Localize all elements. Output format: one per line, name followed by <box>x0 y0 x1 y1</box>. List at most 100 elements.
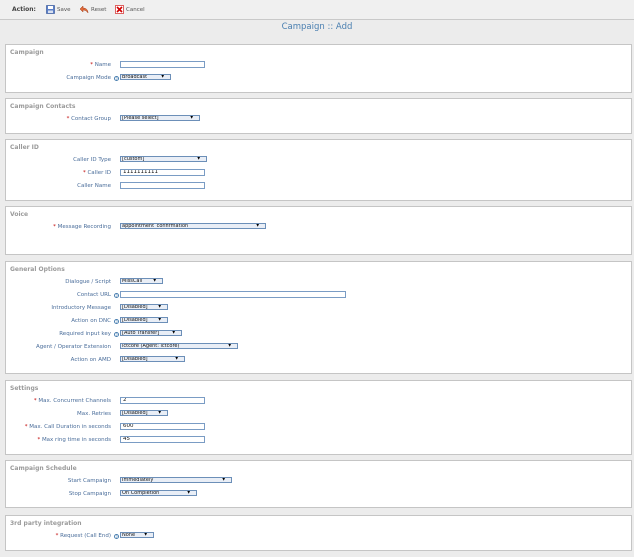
agent-extension-label: Agent / Operator Extension <box>36 344 111 350</box>
required-key-select[interactable]: [Auto Transfer] ▼ <box>120 330 182 336</box>
section-caller-id: Caller ID Caller ID Type [custom] ▼ * Cal… <box>5 139 632 201</box>
chevron-down-icon: ▼ <box>227 343 232 348</box>
chevron-down-icon: ▼ <box>143 532 148 537</box>
row-caller-name: Caller Name <box>6 182 631 191</box>
help-icon[interactable]: ? <box>114 534 119 540</box>
help-icon[interactable]: ? <box>114 76 119 82</box>
section-settings: Settings * Max. Concurrent Channels 2 Ma… <box>5 380 632 455</box>
duration-label: * Max. Call Duration in seconds <box>25 424 111 430</box>
start-campaign-select[interactable]: Immediately ▼ <box>120 477 232 483</box>
help-icon[interactable]: ? <box>114 319 119 325</box>
stop-campaign-select[interactable]: On Completion ▼ <box>120 490 197 496</box>
required-mark: * <box>55 533 59 539</box>
caller-id-label-text: Caller ID <box>87 170 111 176</box>
concurrent-input[interactable]: 2 <box>120 397 205 404</box>
intro-message-select[interactable]: [Disabled] ▼ <box>120 304 168 310</box>
message-recording-label: * Message Recording <box>53 224 111 230</box>
action-amd-select[interactable]: [Disabled] ▼ <box>120 356 185 362</box>
request-call-end-value: None <box>122 532 136 538</box>
reset-label: Reset <box>91 6 107 13</box>
contact-group-select[interactable]: [Please select] ▼ <box>120 115 200 121</box>
chevron-down-icon: ▼ <box>157 304 162 309</box>
caller-id-type-label: Caller ID Type <box>73 157 111 163</box>
page-title: Campaign :: Add <box>281 22 353 32</box>
intro-message-value: [Disabled] <box>122 304 148 310</box>
caller-id-type-select[interactable]: [custom] ▼ <box>120 156 207 162</box>
agent-extension-select[interactable]: ictcore (Agent: ictcore) ▼ <box>120 343 238 349</box>
row-stop-campaign: Stop Campaign On Completion ▼ <box>6 490 631 499</box>
chevron-down-icon: ▼ <box>157 410 162 415</box>
row-intro-message: Introductory Message [Disabled] ▼ <box>6 304 631 313</box>
save-label: Save <box>57 6 71 13</box>
contact-url-label: Contact URL <box>76 292 111 298</box>
section-voice: Voice * Message Recording appointment_co… <box>5 206 632 255</box>
section-title: Campaign Contacts <box>10 103 76 110</box>
retries-select[interactable]: [Disabled] ▼ <box>120 410 168 416</box>
ring-time-input[interactable]: 45 <box>120 436 205 443</box>
save-button[interactable]: Save <box>46 5 71 14</box>
cancel-icon <box>115 5 124 14</box>
caller-name-input[interactable] <box>120 182 205 189</box>
dialogue-select[interactable]: MissCall ▼ <box>120 278 163 284</box>
section-title: Campaign <box>10 49 44 56</box>
action-amd-value: [Disabled] <box>122 356 148 362</box>
retries-label: Max. Retries <box>76 411 111 417</box>
section-third-party-integration: 3rd party integration * Request (Call En… <box>5 515 632 551</box>
row-dialogue: Dialogue / Script MissCall ▼ <box>6 278 631 287</box>
action-dnc-select[interactable]: [Disabled] ▼ <box>120 317 168 323</box>
caller-id-label: * Caller ID <box>83 170 111 176</box>
request-call-end-label: * Request (Call End) <box>56 533 111 539</box>
section-campaign-schedule: Campaign Schedule Start Campaign Immedia… <box>5 460 632 508</box>
message-recording-select[interactable]: appointment_confirmation ▼ <box>120 223 266 229</box>
row-start-campaign: Start Campaign Immediately ▼ <box>6 477 631 486</box>
section-title: 3rd party integration <box>10 520 82 527</box>
chevron-down-icon: ▼ <box>186 490 191 495</box>
action-amd-label: Action on AMD <box>70 357 111 363</box>
row-ring-time: * Max ring time in seconds 45 <box>6 436 631 445</box>
section-title: Campaign Schedule <box>10 465 77 472</box>
help-icon[interactable]: ? <box>114 332 119 338</box>
caller-name-label: Caller Name <box>77 183 111 189</box>
contact-url-input[interactable] <box>120 291 346 298</box>
duration-label-text: Max. Call Duration in seconds <box>29 424 111 430</box>
ring-time-label-text: Max ring time in seconds <box>41 437 111 443</box>
reset-icon <box>79 5 89 14</box>
request-call-end-select[interactable]: None ▼ <box>120 532 154 538</box>
cancel-button[interactable]: Cancel <box>115 5 145 14</box>
duration-input[interactable]: 600 <box>120 423 205 430</box>
help-icon[interactable]: ? <box>114 293 119 299</box>
contact-group-value: [Please select] <box>122 115 159 121</box>
section-general-options: General Options Dialogue / Script MissCa… <box>5 261 632 374</box>
reset-button[interactable]: Reset <box>79 5 106 14</box>
chevron-down-icon: ▼ <box>152 278 157 283</box>
cancel-label: Cancel <box>126 6 145 13</box>
row-concurrent: * Max. Concurrent Channels 2 <box>6 397 631 406</box>
row-request-call-end: * Request (Call End) ? None ▼ <box>6 532 631 541</box>
section-title: Caller ID <box>10 144 39 151</box>
row-caller-id: * Caller ID 1111111111 <box>6 169 631 178</box>
required-mark: * <box>90 62 94 68</box>
chevron-down-icon: ▼ <box>255 223 260 228</box>
action-label: Action: <box>12 6 36 13</box>
caller-id-input[interactable]: 1111111111 <box>120 169 205 176</box>
chevron-down-icon: ▼ <box>174 356 179 361</box>
stop-campaign-label: Stop Campaign <box>68 491 111 497</box>
action-dnc-value: [Disabled] <box>122 317 148 323</box>
row-action-dnc: Action on DNC ? [Disabled] ▼ <box>6 317 631 326</box>
dialogue-value: MissCall <box>122 278 143 284</box>
row-retries: Max. Retries [Disabled] ▼ <box>6 410 631 419</box>
required-mark: * <box>37 437 41 443</box>
concurrent-label-text: Max. Concurrent Channels <box>38 398 111 404</box>
start-campaign-label: Start Campaign <box>67 478 111 484</box>
chevron-down-icon: ▼ <box>196 156 201 161</box>
name-input[interactable] <box>120 61 205 68</box>
message-recording-label-text: Message Recording <box>57 224 111 230</box>
row-agent-extension: Agent / Operator Extension ictcore (Agen… <box>6 343 631 352</box>
campaign-mode-select[interactable]: Broadcast ▼ <box>120 74 171 80</box>
required-mark: * <box>24 424 28 430</box>
stop-campaign-value: On Completion <box>122 490 160 496</box>
save-icon <box>46 5 55 14</box>
row-required-key: Required input key ? [Auto Transfer] ▼ <box>6 330 631 339</box>
chevron-down-icon: ▼ <box>221 477 226 482</box>
required-mark: * <box>82 170 86 176</box>
